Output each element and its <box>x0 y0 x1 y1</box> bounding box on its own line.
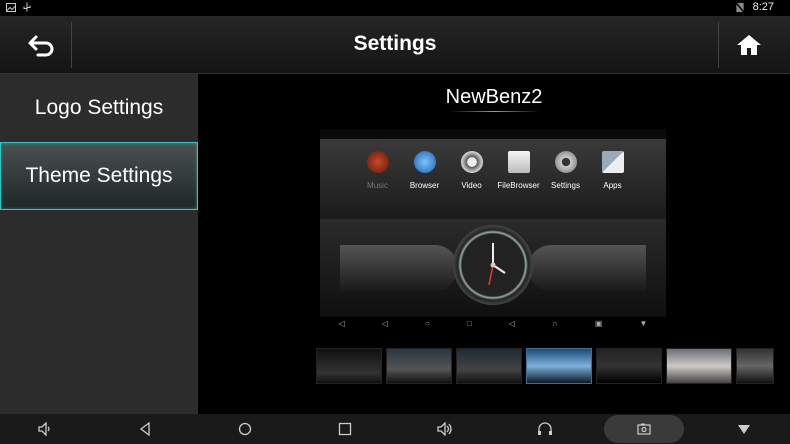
preview-app-filebrowser: FileBrowser <box>495 149 542 209</box>
preview-app-settings: Settings <box>542 149 589 209</box>
preview-nav-bar: ◁ ◁ ○ □ ◁ ∩ ▣ ▼ <box>320 317 666 329</box>
volume-down-icon <box>38 422 50 436</box>
preview-app-music: Music <box>354 149 401 209</box>
usb-icon <box>23 2 31 12</box>
headphones-icon <box>538 422 552 435</box>
theme-preview[interactable]: Music Browser Video FileBrowser Settings <box>320 129 666 329</box>
dropdown-button[interactable] <box>735 421 753 437</box>
page-title: Settings <box>353 32 437 55</box>
home-button[interactable] <box>724 24 774 66</box>
theme-thumbnail[interactable] <box>316 348 382 384</box>
theme-name-underline <box>450 111 540 112</box>
preview-app-apps: Apps <box>589 149 636 209</box>
no-sim-icon <box>734 1 745 13</box>
preview-app-video: Video <box>448 149 495 209</box>
home-icon <box>737 35 761 55</box>
dashboard-wing-right <box>528 245 646 291</box>
preview-app-dock: Music Browser Video FileBrowser Settings <box>320 139 666 219</box>
theme-panel: NewBenz2 Music Browser Video FileBrowser… <box>198 74 790 414</box>
music-icon <box>366 151 389 173</box>
recents-nav-button[interactable] <box>336 421 354 437</box>
status-bar: 8:27 <box>0 0 790 16</box>
title-bar: Settings <box>0 16 790 74</box>
theme-thumbnail[interactable] <box>596 348 662 384</box>
home-circle-icon <box>238 422 252 436</box>
separator <box>718 22 719 68</box>
status-time: 8:27 <box>752 1 774 13</box>
screenshot-button[interactable] <box>604 415 684 443</box>
home-nav-button[interactable] <box>236 421 254 437</box>
settings-sidebar: Logo Settings Theme Settings <box>0 74 198 414</box>
theme-thumbnail-strip[interactable] <box>316 348 790 388</box>
system-nav-bar <box>0 414 790 444</box>
sidebar-item-theme-settings[interactable]: Theme Settings <box>0 142 198 210</box>
volume-up-icon <box>437 422 452 436</box>
folder-icon <box>507 151 530 173</box>
preview-status-bar <box>320 129 666 139</box>
headphones-button[interactable] <box>536 421 554 437</box>
grid-icon <box>601 151 624 173</box>
back-icon <box>139 422 150 436</box>
gear-icon <box>554 151 577 173</box>
theme-thumbnail[interactable] <box>736 348 774 384</box>
sidebar-item-logo-settings[interactable]: Logo Settings <box>0 74 198 142</box>
film-reel-icon <box>460 151 483 173</box>
recents-icon <box>338 422 352 436</box>
dashboard-wing-left <box>340 245 458 291</box>
image-notification-icon <box>6 3 16 12</box>
globe-icon <box>413 151 436 173</box>
preview-dashboard <box>320 219 666 317</box>
back-nav-button[interactable] <box>136 421 154 437</box>
theme-thumbnail[interactable] <box>456 348 522 384</box>
screenshot-icon <box>637 423 651 435</box>
volume-down-button[interactable] <box>36 421 54 437</box>
theme-thumbnail[interactable] <box>386 348 452 384</box>
volume-up-button[interactable] <box>436 421 454 437</box>
theme-thumbnail[interactable] <box>526 348 592 384</box>
preview-app-browser: Browser <box>401 149 448 209</box>
analog-clock <box>453 225 533 305</box>
dropdown-icon <box>738 425 750 434</box>
theme-name: NewBenz2 <box>445 86 543 108</box>
theme-thumbnail[interactable] <box>666 348 732 384</box>
